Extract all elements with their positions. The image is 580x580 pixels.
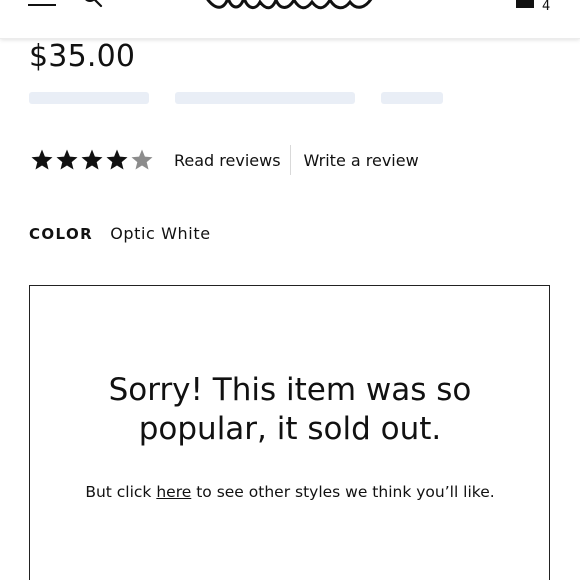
star-rating[interactable] [30, 148, 154, 172]
faded-info-line [29, 92, 443, 106]
star-icon [106, 149, 128, 170]
color-selection: COLOR Optic White [29, 224, 211, 244]
shopping-bag-icon[interactable] [514, 0, 536, 12]
sold-out-title: Sorry! This item was so popular, it sold… [70, 371, 510, 449]
rating-row: Read reviews Write a review [30, 145, 419, 175]
sold-out-text-after: to see other styles we think you’ll like… [191, 483, 495, 501]
bag-count-badge[interactable]: 4 [542, 0, 550, 15]
star-icon [131, 149, 153, 170]
color-value: Optic White [110, 224, 211, 243]
product-price: $35.00 [29, 39, 136, 74]
sold-out-panel: Sorry! This item was so popular, it sold… [29, 285, 550, 580]
sold-out-message: But click here to see other styles we th… [80, 479, 500, 506]
sold-out-title-line1: Sorry! This item was so [108, 372, 472, 408]
write-review-link[interactable]: Write a review [304, 151, 419, 170]
product-page: 4 $35.00 Read reviews Write a review COL… [0, 0, 580, 580]
brand-logo[interactable] [202, 0, 382, 16]
sold-out-title-line2: popular, it sold out. [138, 411, 442, 447]
sold-out-text-before: But click [85, 483, 157, 501]
site-header: 4 [0, 0, 580, 39]
divider [289, 145, 291, 175]
star-icon [56, 149, 78, 170]
menu-icon[interactable] [28, 0, 58, 8]
read-reviews-link[interactable]: Read reviews [174, 151, 281, 170]
star-icon [31, 149, 53, 170]
other-styles-link[interactable]: here [156, 483, 191, 501]
search-icon[interactable] [82, 0, 104, 10]
star-icon [81, 149, 103, 170]
color-label: COLOR [29, 225, 94, 243]
